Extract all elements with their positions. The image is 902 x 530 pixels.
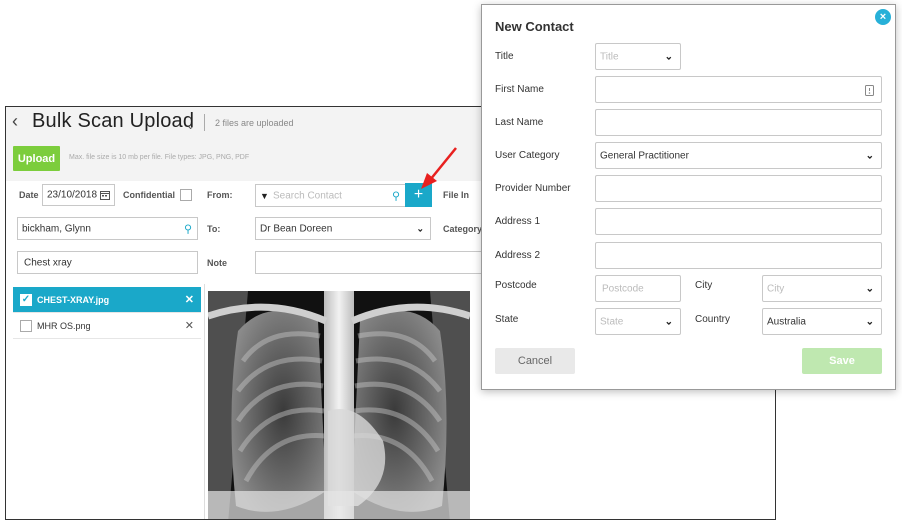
first-name-label: First Name: [495, 84, 544, 95]
last-name-field[interactable]: [595, 109, 882, 136]
address2-label: Address 2: [495, 250, 541, 261]
file-name: MHR OS.png: [37, 321, 91, 331]
state-select[interactable]: State ⌄: [595, 308, 681, 335]
upload-button[interactable]: Upload: [13, 146, 60, 171]
close-icon[interactable]: ✕: [185, 293, 194, 306]
description-value[interactable]: Chest xray: [24, 257, 72, 268]
title-select[interactable]: Title ⌄: [595, 43, 681, 70]
city-placeholder: City: [767, 283, 785, 294]
checkbox[interactable]: [20, 320, 32, 332]
user-category-label: User Category: [495, 150, 560, 161]
to-label: To:: [207, 224, 221, 234]
patient-value[interactable]: bickham, Glynn: [22, 223, 91, 234]
category-label: Category: [443, 224, 483, 234]
from-search-field[interactable]: ▼ Search Contact ⚲: [255, 184, 406, 207]
provider-number-field[interactable]: [595, 175, 882, 202]
user-category-select[interactable]: General Practitioner ⌄: [595, 142, 882, 169]
confidential-checkbox[interactable]: [180, 189, 192, 201]
address2-field[interactable]: [595, 242, 882, 269]
date-field[interactable]: 23/10/2018: [42, 184, 115, 206]
chevron-down-icon[interactable]: ⌄: [665, 51, 673, 62]
country-value: Australia: [767, 316, 806, 327]
save-button[interactable]: Save: [802, 348, 882, 374]
file-item-chest-xray[interactable]: ✓ CHEST-XRAY.jpg ✕: [13, 287, 201, 313]
from-label: From:: [207, 190, 233, 200]
chevron-down-icon[interactable]: ⌄: [866, 316, 874, 327]
state-placeholder: State: [600, 316, 624, 327]
title-dropdown-chevron-icon[interactable]: ⌄: [186, 119, 195, 132]
red-arrow-annotation: [421, 147, 457, 189]
back-chevron-icon[interactable]: ‹: [12, 111, 18, 132]
city-label: City: [695, 280, 713, 291]
check-icon[interactable]: ✓: [20, 294, 32, 306]
chevron-down-icon[interactable]: ⌄: [416, 223, 424, 234]
calendar-icon[interactable]: [100, 190, 110, 200]
modal-title: New Contact: [495, 19, 574, 34]
files-status-text: 2 files are uploaded: [215, 118, 294, 128]
date-label: Date: [19, 190, 39, 200]
address1-label: Address 1: [495, 216, 541, 227]
confidential-label: Confidential: [123, 190, 175, 200]
postcode-field[interactable]: Postcode: [595, 275, 681, 302]
to-select[interactable]: Dr Bean Doreen ⌄: [255, 217, 431, 240]
search-contact-input[interactable]: Search Contact: [273, 190, 342, 201]
chevron-down-icon[interactable]: ⌄: [866, 150, 874, 161]
page-title: Bulk Scan Upload: [32, 110, 195, 132]
search-icon[interactable]: ⚲: [392, 189, 400, 202]
address1-field[interactable]: [595, 208, 882, 235]
chevron-down-icon[interactable]: ▼: [260, 191, 269, 201]
upload-hint: Max. file size is 10 mb per file. File t…: [69, 154, 250, 161]
id-card-icon: [865, 85, 874, 96]
panel-divider: [204, 284, 205, 519]
chevron-down-icon[interactable]: ⌄: [866, 283, 874, 294]
close-icon[interactable]: ✕: [185, 319, 194, 332]
city-select[interactable]: City ⌄: [762, 275, 882, 302]
title-label: Title: [495, 51, 514, 62]
cancel-button[interactable]: Cancel: [495, 348, 575, 374]
title-placeholder: Title: [600, 51, 619, 62]
note-label: Note: [207, 258, 227, 268]
postcode-placeholder: Postcode: [602, 283, 644, 294]
chevron-down-icon[interactable]: ⌄: [665, 316, 673, 327]
file-name: CHEST-XRAY.jpg: [37, 295, 110, 305]
date-value: 23/10/2018: [47, 189, 98, 201]
user-category-value: General Practitioner: [600, 150, 689, 161]
chest-xray-preview: [208, 291, 470, 519]
close-icon[interactable]: ×: [875, 9, 891, 25]
search-icon[interactable]: ⚲: [184, 222, 192, 235]
note-field[interactable]: [255, 251, 485, 274]
country-select[interactable]: Australia ⌄: [762, 308, 882, 335]
state-label: State: [495, 314, 519, 325]
country-label: Country: [695, 314, 731, 325]
title-separator: [204, 114, 205, 131]
new-contact-modal: New Contact × Title Title ⌄ First Name L…: [481, 4, 896, 390]
to-value: Dr Bean Doreen: [260, 223, 333, 234]
patient-search-field[interactable]: bickham, Glynn ⚲: [17, 217, 198, 240]
first-name-field[interactable]: [595, 76, 882, 103]
last-name-label: Last Name: [495, 117, 544, 128]
description-field[interactable]: Chest xray: [17, 251, 198, 274]
file-item-mhr-os[interactable]: MHR OS.png ✕: [13, 313, 201, 339]
provider-number-label: Provider Number: [495, 183, 571, 194]
postcode-label: Postcode: [495, 280, 537, 291]
file-list: ✓ CHEST-XRAY.jpg ✕ MHR OS.png ✕: [13, 287, 201, 339]
